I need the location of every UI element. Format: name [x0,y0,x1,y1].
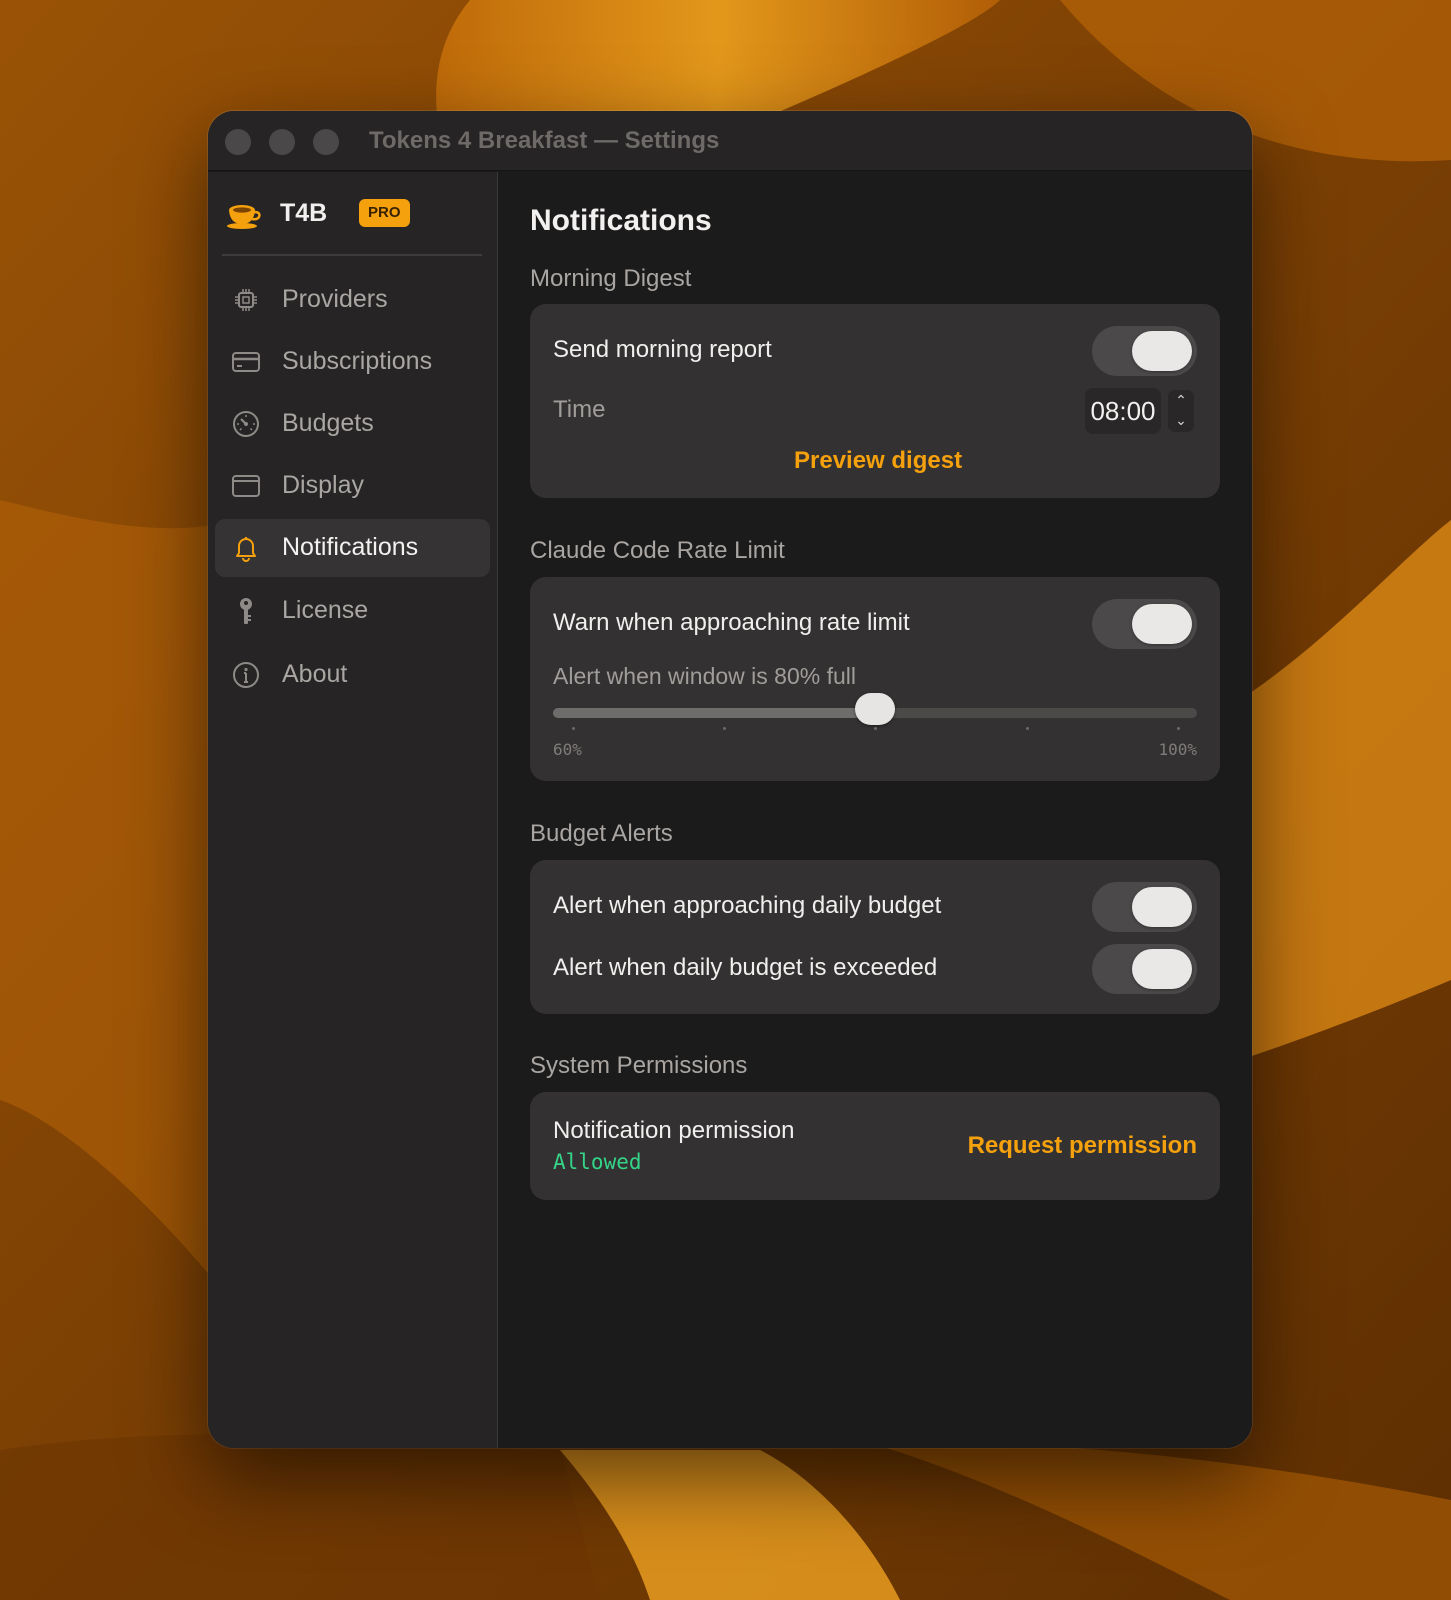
info-icon [233,662,259,688]
gauge-icon [233,411,259,437]
zoom-window-button[interactable] [313,129,339,155]
budget-alerts-card: Alert when approaching daily budget Aler… [530,860,1220,1014]
sidebar-item-label: Display [282,471,364,499]
minimize-window-button[interactable] [269,129,295,155]
window-title: Tokens 4 Breakfast — Settings [369,127,720,154]
sidebar-item-label: Budgets [282,409,374,437]
chevron-up-icon[interactable]: ⌃ [1168,390,1194,410]
approaching-budget-toggle[interactable] [1092,882,1197,932]
section-title-rate-limit: Claude Code Rate Limit [530,537,785,564]
section-title-system-permissions: System Permissions [530,1052,748,1079]
time-field[interactable]: 08:00 [1085,388,1161,434]
toggle-knob [1132,887,1192,927]
page-title: Notifications [530,204,712,237]
sidebar-item-label: About [282,660,348,688]
sidebar-item-about[interactable]: About [215,646,490,704]
slider-tick [1177,727,1180,730]
brand-name: T4B [280,199,328,227]
notifications-pane: Notifications Morning Digest Send mornin… [499,172,1252,1448]
sidebar-brand: T4B PRO [225,194,485,234]
sidebar-item-label: Providers [282,285,388,313]
preview-digest-button[interactable]: Preview digest [794,447,962,475]
sidebar-item-budgets[interactable]: Budgets [215,395,490,453]
threshold-slider-fill [553,708,875,718]
toggle-knob [1132,604,1192,644]
exceeded-budget-toggle[interactable] [1092,944,1197,994]
morning-digest-card: Send morning report Time 08:00 ⌃ ⌄ Previ… [530,304,1220,498]
toggle-knob [1132,331,1192,371]
section-title-budget-alerts: Budget Alerts [530,820,673,847]
sidebar: T4B PRO Providers Subscriptions Budgets … [208,172,498,1448]
chip-icon [235,289,257,311]
time-label: Time [553,396,606,423]
credit-card-icon [232,352,260,372]
sidebar-item-label: Subscriptions [282,347,433,375]
approaching-budget-label: Alert when approaching daily budget [553,892,942,919]
toggle-knob [1132,949,1192,989]
permissions-card: Notification permission Allowed Request … [530,1092,1220,1200]
sidebar-item-label: License [282,596,369,624]
sidebar-item-label: Notifications [282,533,419,561]
send-morning-report-toggle[interactable] [1092,326,1197,376]
threshold-slider-knob[interactable] [855,693,895,725]
chevron-down-icon[interactable]: ⌄ [1168,410,1194,430]
slider-tick [874,727,877,730]
slider-tick [1026,727,1029,730]
sidebar-item-providers[interactable]: Providers [215,271,490,329]
slider-tick [723,727,726,730]
sidebar-item-display[interactable]: Display [215,457,490,515]
warn-rate-limit-toggle[interactable] [1092,599,1197,649]
time-stepper[interactable]: ⌃ ⌄ [1168,390,1194,432]
slider-min-label: 60% [553,740,582,759]
close-window-button[interactable] [225,129,251,155]
permission-status: Allowed [553,1150,642,1174]
coffee-cup-icon [227,205,261,229]
sidebar-item-notifications[interactable]: Notifications [215,519,490,577]
exceeded-budget-label: Alert when daily budget is exceeded [553,954,938,981]
rate-limit-card: Warn when approaching rate limit Alert w… [530,577,1220,781]
request-permission-button[interactable]: Request permission [968,1132,1197,1160]
title-bar[interactable]: Tokens 4 Breakfast — Settings [208,111,1252,171]
sidebar-item-license[interactable]: License [215,582,490,640]
sidebar-divider [222,254,482,256]
sidebar-item-subscriptions[interactable]: Subscriptions [215,333,490,391]
warn-rate-limit-label: Warn when approaching rate limit [553,609,910,636]
pro-badge: PRO [359,199,410,227]
bell-icon [236,537,256,562]
settings-window: Tokens 4 Breakfast — Settings T4B PRO Pr… [208,111,1252,1448]
send-morning-report-label: Send morning report [553,336,772,363]
slider-tick [572,727,575,730]
notification-permission-label: Notification permission [553,1117,795,1144]
section-title-morning-digest: Morning Digest [530,265,692,292]
key-icon [240,598,252,624]
threshold-label: Alert when window is 80% full [553,663,856,689]
slider-max-label: 100% [1158,740,1197,759]
window-icon [232,475,260,497]
